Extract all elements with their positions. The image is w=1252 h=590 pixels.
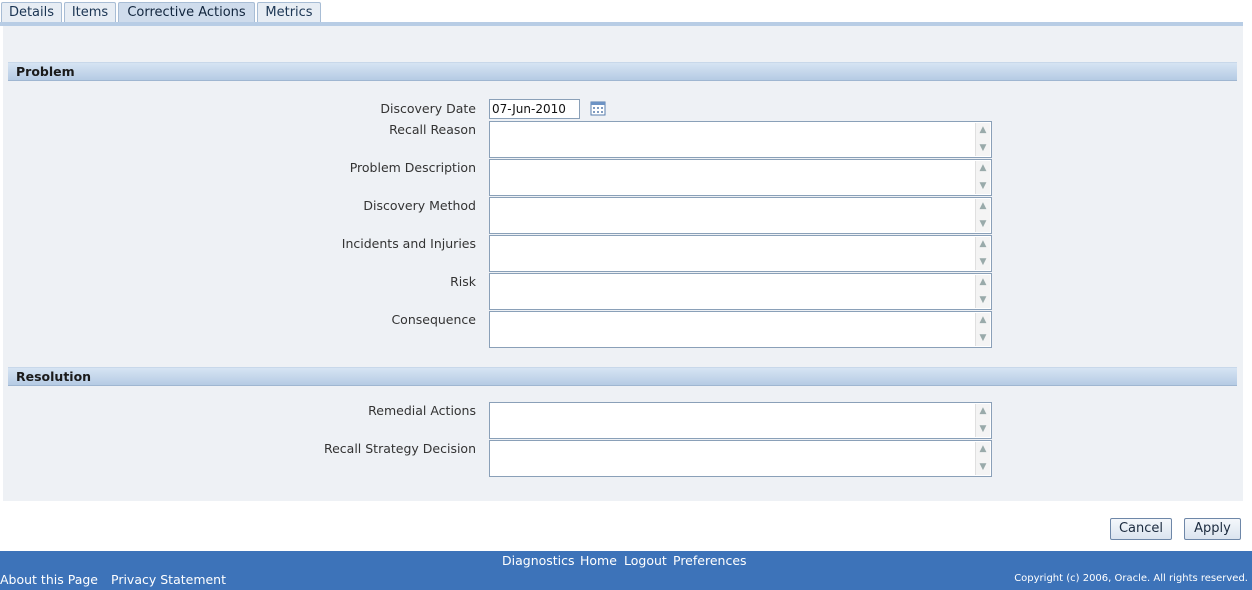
footer-link-preferences[interactable]: Preferences <box>673 553 747 568</box>
problem-section-header: Problem <box>8 62 1237 81</box>
scrollbar[interactable]: ▲ ▼ <box>975 442 990 475</box>
scroll-down-icon[interactable]: ▼ <box>976 293 990 308</box>
risk-label: Risk <box>450 274 476 289</box>
footer-link-home[interactable]: Home <box>580 553 617 568</box>
scrollbar[interactable]: ▲ ▼ <box>975 404 990 437</box>
scroll-up-icon[interactable]: ▲ <box>976 237 990 252</box>
footer-link-logout[interactable]: Logout <box>624 553 667 568</box>
recall-strategy-decision-textarea[interactable]: ▲ ▼ <box>489 440 992 477</box>
scroll-up-icon[interactable]: ▲ <box>976 313 990 328</box>
discovery-method-textarea[interactable]: ▲ ▼ <box>489 197 992 234</box>
scroll-down-icon[interactable]: ▼ <box>976 141 990 156</box>
incidents-injuries-textarea[interactable]: ▲ ▼ <box>489 235 992 272</box>
tab-details[interactable]: Details <box>1 2 62 22</box>
scrollbar[interactable]: ▲ ▼ <box>975 237 990 270</box>
calendar-icon[interactable] <box>590 100 606 116</box>
scroll-down-icon[interactable]: ▼ <box>976 179 990 194</box>
remedial-actions-label: Remedial Actions <box>368 403 476 418</box>
scrollbar[interactable]: ▲ ▼ <box>975 275 990 308</box>
scrollbar[interactable]: ▲ ▼ <box>975 313 990 346</box>
problem-description-textarea[interactable]: ▲ ▼ <box>489 159 992 196</box>
page-footer: Diagnostics Home Logout Preferences Abou… <box>0 551 1252 590</box>
remedial-actions-textarea[interactable]: ▲ ▼ <box>489 402 992 439</box>
discovery-date-label: Discovery Date <box>380 101 476 116</box>
tab-corrective-actions[interactable]: Corrective Actions <box>118 2 255 22</box>
recall-reason-textarea[interactable]: ▲ ▼ <box>489 121 992 158</box>
scroll-down-icon[interactable]: ▼ <box>976 217 990 232</box>
scroll-up-icon[interactable]: ▲ <box>976 199 990 214</box>
consequence-textarea[interactable]: ▲ ▼ <box>489 311 992 348</box>
incidents-injuries-label: Incidents and Injuries <box>341 236 476 251</box>
scroll-up-icon[interactable]: ▲ <box>976 161 990 176</box>
scrollbar[interactable]: ▲ ▼ <box>975 199 990 232</box>
scroll-down-icon[interactable]: ▼ <box>976 422 990 437</box>
scroll-down-icon[interactable]: ▼ <box>976 331 990 346</box>
recall-reason-label: Recall Reason <box>389 122 476 137</box>
tab-metrics[interactable]: Metrics <box>257 2 321 22</box>
risk-textarea[interactable]: ▲ ▼ <box>489 273 992 310</box>
scroll-up-icon[interactable]: ▲ <box>976 442 990 457</box>
privacy-statement-link[interactable]: Privacy Statement <box>111 572 226 587</box>
tab-items[interactable]: Items <box>64 2 116 22</box>
scrollbar[interactable]: ▲ ▼ <box>975 123 990 156</box>
cancel-button[interactable]: Cancel <box>1110 518 1172 540</box>
consequence-label: Consequence <box>391 312 476 327</box>
scroll-up-icon[interactable]: ▲ <box>976 404 990 419</box>
scroll-down-icon[interactable]: ▼ <box>976 460 990 475</box>
recall-strategy-decision-label: Recall Strategy Decision <box>323 441 476 456</box>
problem-description-label: Problem Description <box>349 160 476 175</box>
scroll-down-icon[interactable]: ▼ <box>976 255 990 270</box>
scroll-up-icon[interactable]: ▲ <box>976 123 990 138</box>
copyright-text: Copyright (c) 2006, Oracle. All rights r… <box>1014 573 1248 584</box>
apply-button[interactable]: Apply <box>1184 518 1241 540</box>
resolution-section-header: Resolution <box>8 367 1237 386</box>
discovery-date-input[interactable] <box>489 99 580 119</box>
about-this-page-link[interactable]: About this Page <box>0 572 98 587</box>
discovery-method-label: Discovery Method <box>363 198 476 213</box>
footer-link-diagnostics[interactable]: Diagnostics <box>502 553 575 568</box>
scrollbar[interactable]: ▲ ▼ <box>975 161 990 194</box>
scroll-up-icon[interactable]: ▲ <box>976 275 990 290</box>
